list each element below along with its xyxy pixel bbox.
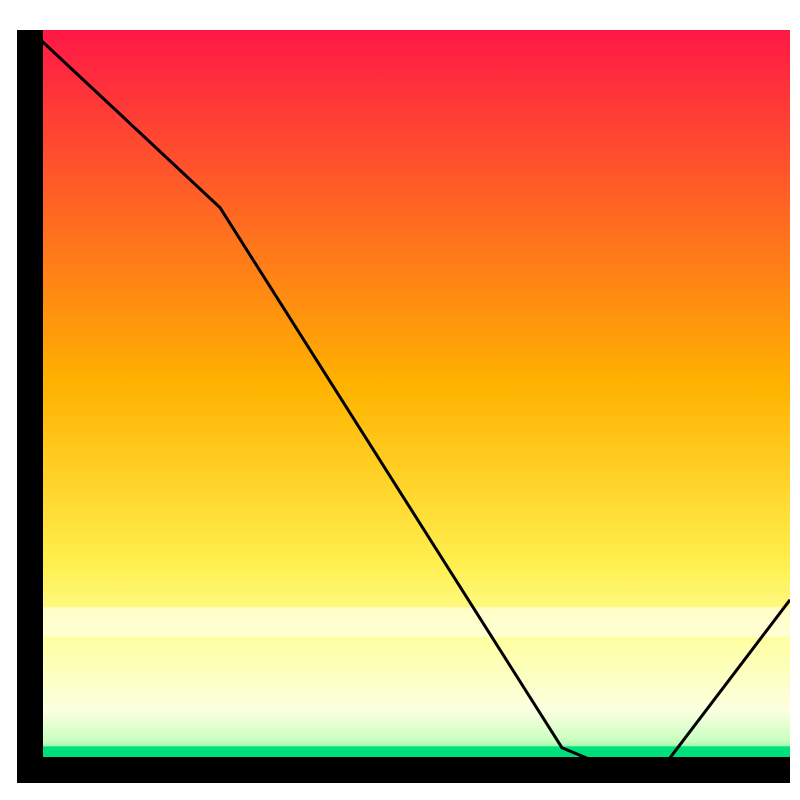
white-band	[30, 607, 790, 637]
margin-mask	[790, 0, 800, 800]
chart-stage: TheBottleneck.com	[0, 0, 800, 800]
plot-background	[30, 30, 790, 770]
bottleneck-chart	[0, 0, 800, 800]
margin-mask	[0, 0, 800, 30]
